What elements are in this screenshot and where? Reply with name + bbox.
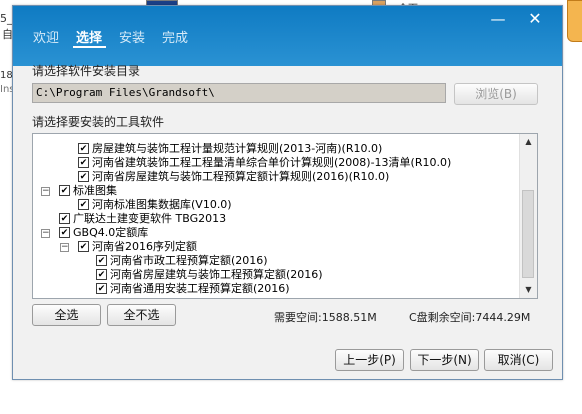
next-button[interactable]: 下一步(N) [410, 349, 479, 371]
install-path-field[interactable]: C:\Program Files\Grandsoft\ [32, 83, 446, 103]
tree-item[interactable]: 河南省建筑装饰工程工程量清单综合单价计算规则(2008)-13清单(R10.0) [33, 156, 518, 170]
checkbox-checked-icon[interactable] [59, 227, 70, 238]
step-tabs: 欢迎 选择 安装 完成 [33, 27, 188, 46]
tree-scrollbar[interactable]: ▲ ▼ [519, 134, 537, 298]
background-window-fragment [567, 0, 582, 42]
background-text: 5_ [0, 12, 13, 25]
remaining-space: C盘剩余空间:7444.29M [409, 311, 531, 324]
tree-item-label: 河南省房屋建筑与装饰工程预算定额(2016) [110, 268, 323, 281]
collapse-icon[interactable]: − [60, 243, 69, 252]
checkbox-checked-icon[interactable] [59, 213, 70, 224]
tab-finish[interactable]: 完成 [162, 27, 188, 46]
tree-item[interactable]: 河南省房屋建筑与装饰工程预算定额计算规则(2016)(R10.0) [33, 170, 518, 184]
tree-item[interactable]: − GBQ4.0定额库 [33, 226, 518, 240]
tab-install[interactable]: 安装 [119, 27, 145, 46]
checkbox-checked-icon[interactable] [78, 241, 89, 252]
back-button[interactable]: 上一步(P) [335, 349, 404, 371]
browse-button[interactable]: 浏览(B) [454, 83, 538, 105]
checkbox-checked-icon[interactable] [96, 255, 107, 266]
collapse-icon[interactable]: − [41, 187, 50, 196]
tree-item[interactable]: 河南省房屋建筑与装饰工程预算定额(2016) [33, 268, 518, 282]
tab-select[interactable]: 选择 [76, 27, 102, 46]
scroll-up-arrow-icon[interactable]: ▲ [520, 134, 537, 150]
cancel-button[interactable]: 取消(C) [484, 349, 553, 371]
tree-item-label: 标准图集 [73, 184, 117, 197]
tree-item-label: 河南省市政工程预算定额(2016) [110, 254, 268, 267]
tree-item[interactable]: 房屋建筑与装饰工程计量规范计算规则(2013-河南)(R10.0) [33, 142, 518, 156]
checkbox-checked-icon[interactable] [78, 143, 89, 154]
tree-item-label: 房屋建筑与装饰工程计量规范计算规则(2013-河南)(R10.0) [92, 142, 383, 155]
select-all-button[interactable]: 全选 [32, 304, 101, 326]
scroll-thumb[interactable] [522, 190, 534, 278]
installer-window: 欢迎 选择 安装 完成 — ✕ 请选择软件安装目录 C:\Program Fil… [12, 5, 563, 380]
tree-item-label: 河南省房屋建筑与装饰工程预算定额计算规则(2016)(R10.0) [92, 170, 390, 183]
tree-item-label: 河南省2016序列定额 [92, 240, 197, 253]
tree-item[interactable]: − 河南省2016序列定额 [33, 240, 518, 254]
checkbox-checked-icon[interactable] [96, 269, 107, 280]
tree-item[interactable]: − 标准图集 [33, 184, 518, 198]
tree-item-label: 河南省建筑装饰工程工程量清单综合单价计算规则(2008)-13清单(R10.0) [92, 156, 452, 169]
close-button[interactable]: ✕ [524, 10, 546, 30]
tree-item[interactable]: 广联达土建变更软件 TBG2013 [33, 212, 518, 226]
active-tab-indicator [73, 46, 106, 48]
required-space: 需要空间:1588.51M [274, 311, 377, 324]
tree-item-label: 广联达土建变更软件 TBG2013 [73, 212, 227, 225]
tree-item-label: 河南标准图集数据库(V10.0) [92, 198, 232, 211]
tree-item[interactable]: 河南标准图集数据库(V10.0) [33, 198, 518, 212]
collapse-icon[interactable]: − [41, 229, 50, 238]
checkbox-checked-icon[interactable] [78, 157, 89, 168]
tree-item-label: GBQ4.0定额库 [73, 226, 149, 239]
tree-item[interactable]: 河南省通用安装工程预算定额(2016) [33, 282, 518, 296]
deselect-all-button[interactable]: 全不选 [107, 304, 176, 326]
tab-welcome[interactable]: 欢迎 [33, 27, 59, 46]
checkbox-checked-icon[interactable] [59, 185, 70, 196]
scroll-down-arrow-icon[interactable]: ▼ [520, 282, 537, 298]
tree-item[interactable]: 河南省市政工程预算定额(2016) [33, 254, 518, 268]
checkbox-checked-icon[interactable] [78, 199, 89, 210]
install-dir-label: 请选择软件安装目录 [32, 64, 141, 78]
tools-label: 请选择要安装的工具软件 [32, 115, 165, 129]
checkbox-checked-icon[interactable] [78, 171, 89, 182]
minimize-button[interactable]: — [487, 10, 509, 30]
tree-item-label: 河南省通用安装工程预算定额(2016) [110, 282, 290, 295]
tool-tree[interactable]: 房屋建筑与装饰工程计量规范计算规则(2013-河南)(R10.0)河南省建筑装饰… [32, 133, 538, 299]
checkbox-checked-icon[interactable] [96, 283, 107, 294]
background-text: 18 [0, 70, 13, 81]
window-header: 欢迎 选择 安装 完成 — ✕ [13, 6, 562, 66]
